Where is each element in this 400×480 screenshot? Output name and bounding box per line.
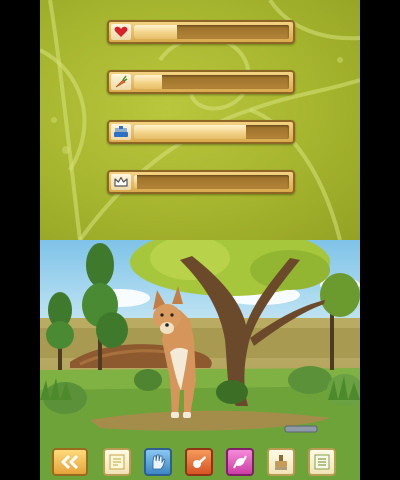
notes-button[interactable] bbox=[103, 448, 131, 476]
carrot-icon bbox=[111, 74, 131, 90]
love-meter bbox=[107, 20, 295, 44]
grooming-meter-track bbox=[134, 125, 289, 139]
crown-icon bbox=[111, 174, 131, 190]
back-button[interactable] bbox=[52, 448, 88, 476]
hunger-meter-fill bbox=[134, 75, 162, 89]
hunger-meter bbox=[107, 70, 295, 94]
notes-icon bbox=[109, 454, 125, 470]
pet-button[interactable] bbox=[144, 448, 172, 476]
skill-meter-fill bbox=[134, 175, 138, 189]
skill-meter-track bbox=[134, 175, 289, 189]
grooming-meter-fill bbox=[134, 125, 246, 139]
menu-button[interactable] bbox=[308, 448, 336, 476]
back-arrow-icon bbox=[61, 455, 79, 469]
whistle-button[interactable] bbox=[185, 448, 213, 476]
brush-icon bbox=[275, 455, 287, 470]
brush-icon bbox=[111, 124, 131, 140]
skill-meter bbox=[107, 170, 295, 194]
treat-button[interactable] bbox=[226, 448, 254, 476]
outback-scene bbox=[40, 240, 360, 480]
status-screen bbox=[40, 0, 360, 240]
hunger-meter-track bbox=[134, 75, 289, 89]
menu-list-icon bbox=[314, 454, 330, 470]
water-bowl bbox=[284, 425, 318, 433]
love-meter-track bbox=[134, 25, 289, 39]
whistle-icon bbox=[193, 456, 206, 468]
grooming-meter bbox=[107, 120, 295, 144]
heart-icon bbox=[111, 24, 131, 40]
brush-button[interactable] bbox=[267, 448, 295, 476]
treat-icon bbox=[233, 455, 247, 469]
pet-scene[interactable] bbox=[40, 240, 360, 480]
glove-icon bbox=[152, 454, 166, 470]
love-meter-fill bbox=[134, 25, 178, 39]
